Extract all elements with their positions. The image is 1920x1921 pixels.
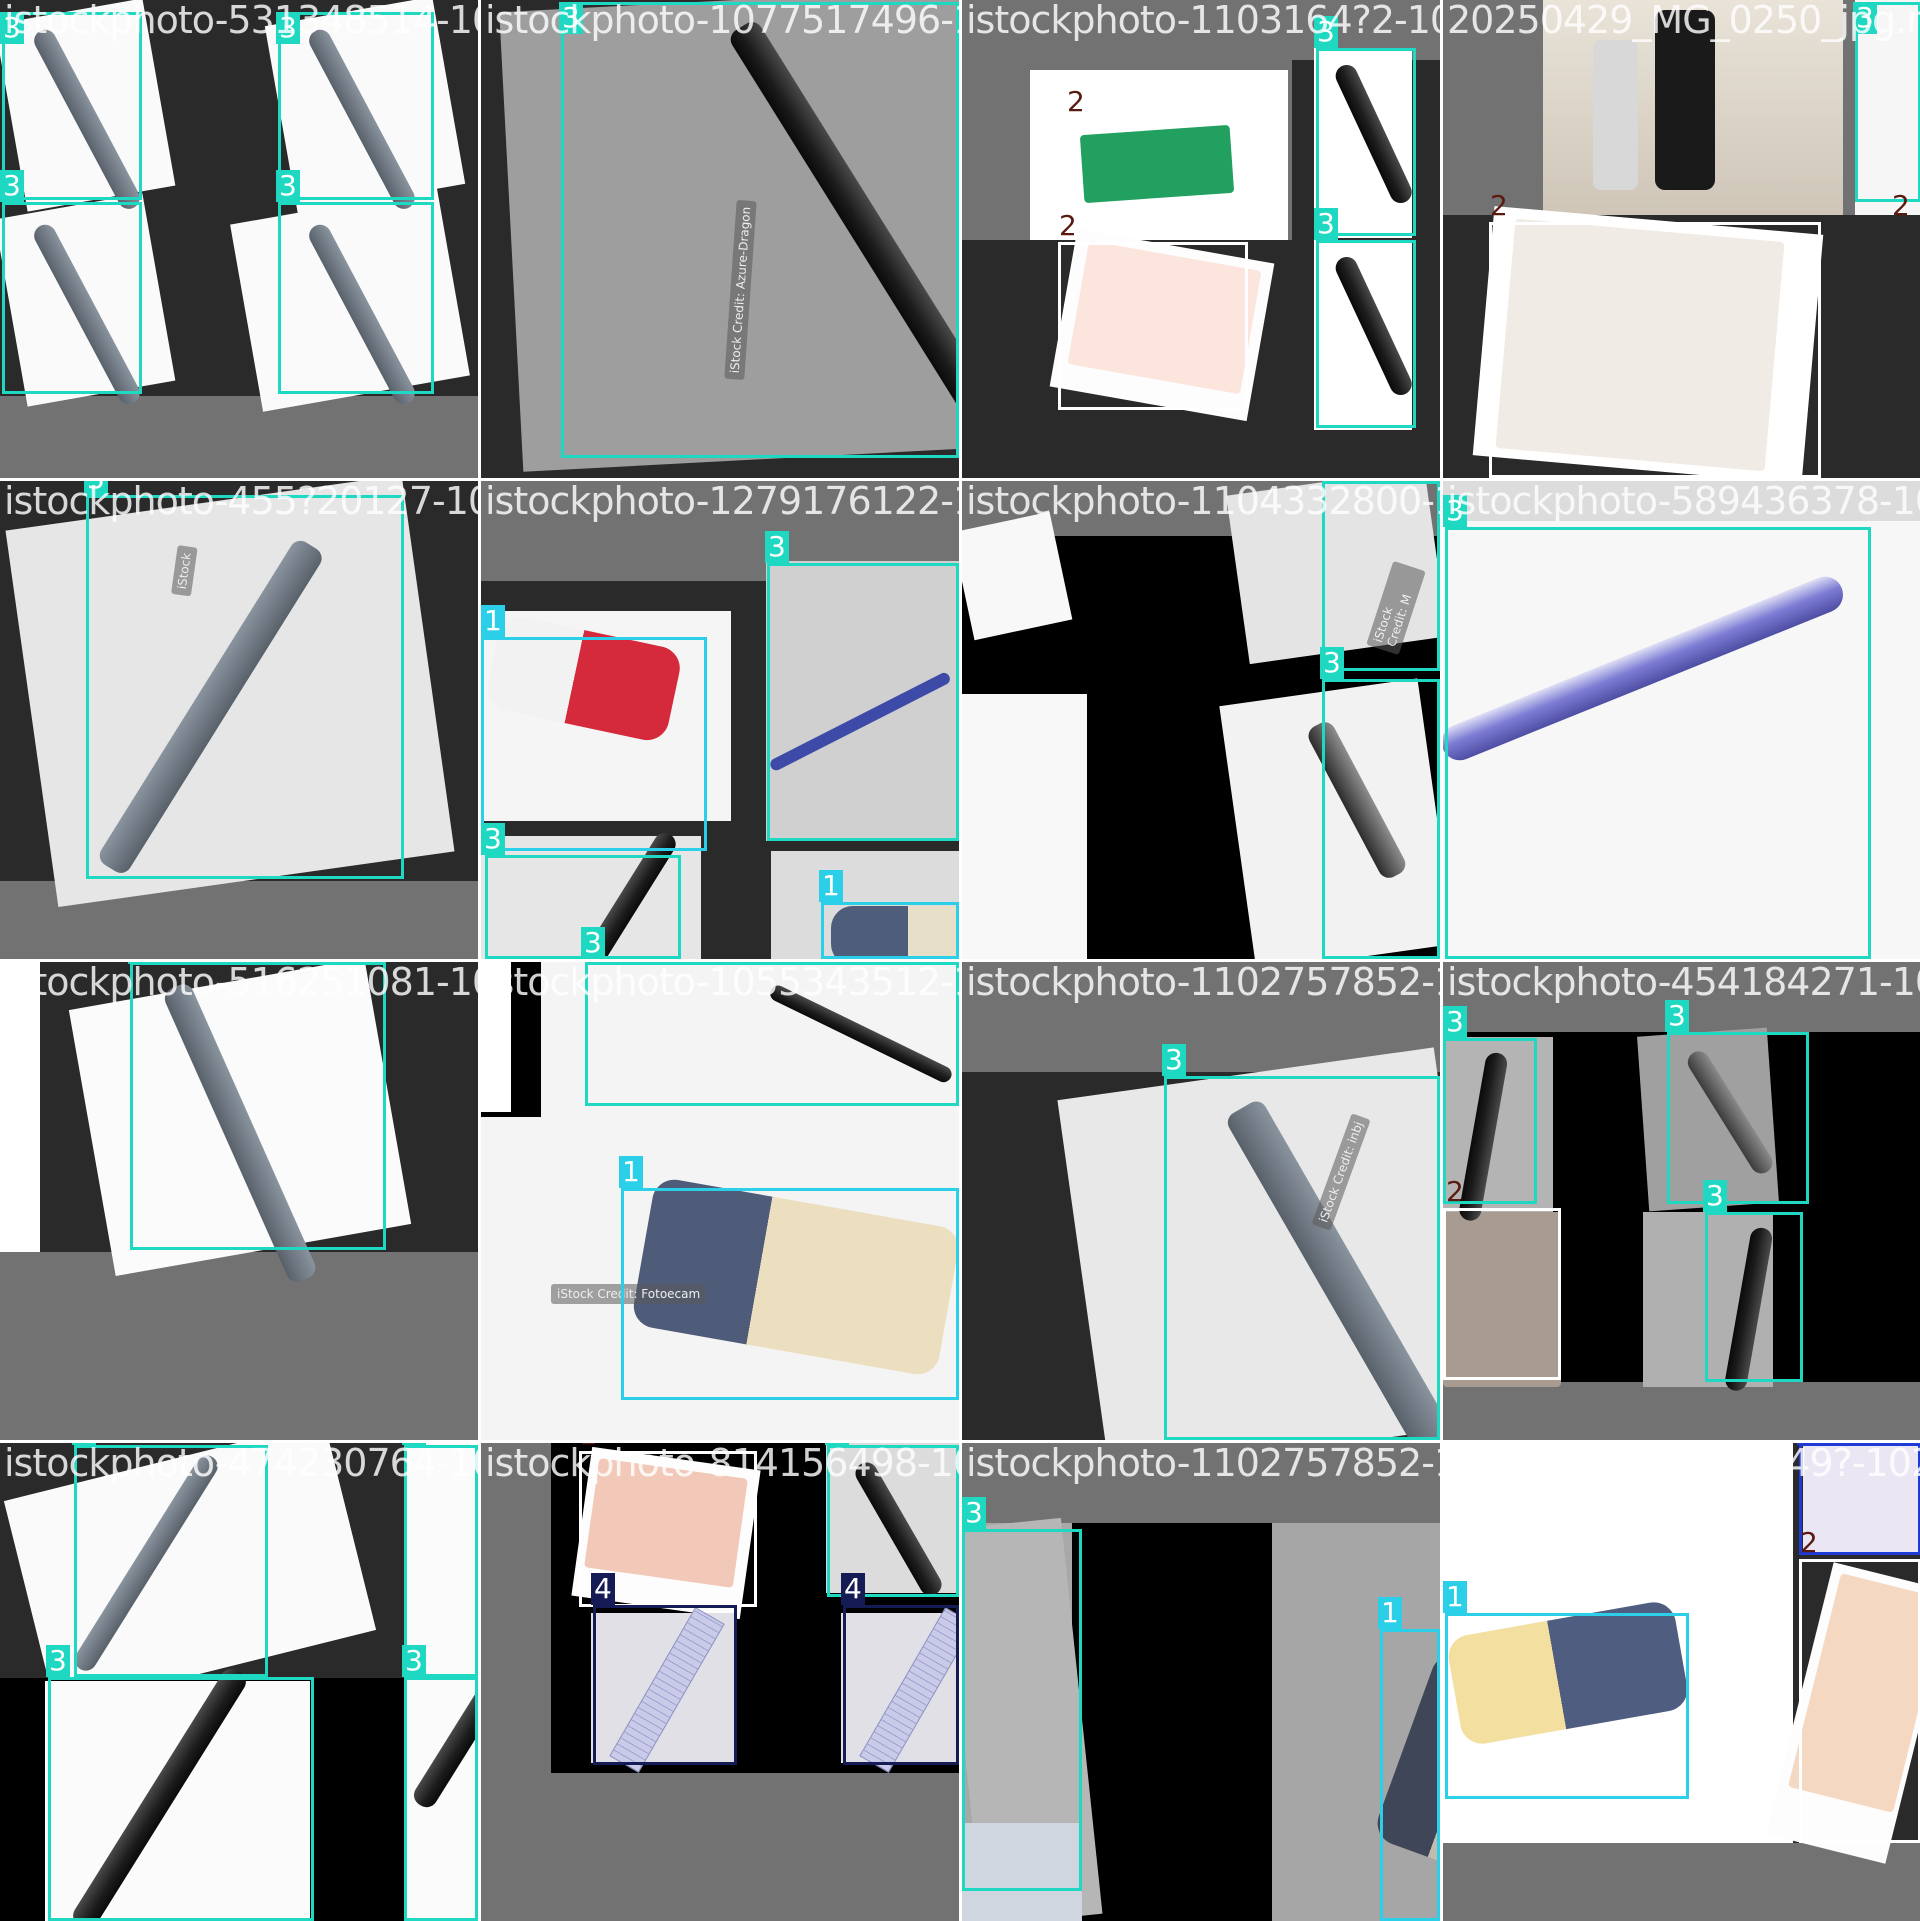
tile-title: istockphoto-1279176122-1024x1024_jpg.rf. <box>485 481 959 523</box>
class-label: 1 <box>1378 1597 1402 1629</box>
background-block <box>0 396 478 478</box>
bounding-box-pen <box>1667 1032 1809 1204</box>
bounding-box-ruler <box>843 1605 959 1765</box>
paper-sheet <box>962 694 1087 959</box>
tile-title: istockphoto-1077517496-1024x1024_jpg.rf. <box>485 0 959 42</box>
bounding-box-ruler <box>593 1605 737 1765</box>
bounding-box-pen <box>278 202 434 394</box>
class-label: 4 <box>591 1573 615 1605</box>
bounding-box-pen <box>962 1529 1082 1891</box>
class-label: 2 <box>1490 189 1508 222</box>
class-label: 2 <box>1446 1175 1464 1208</box>
tile-title: istockphoto-1104332800-1024x1024_jpg.rf. <box>966 481 1440 523</box>
tile-13: istockphoto-474230764-1024x1024_jpg.rf. … <box>0 1443 478 1921</box>
class-label: 3 <box>581 927 605 959</box>
class-label: 3 <box>1665 1000 1689 1032</box>
class-label: 3 <box>402 1645 426 1677</box>
mosaic-grid: istockphoto-531348514-1024x1024_jpg.rf. … <box>0 0 1920 1921</box>
class-label: 1 <box>1443 1581 1467 1613</box>
bounding-box-pen <box>1445 527 1871 959</box>
bounding-box-notebook <box>1066 118 1248 222</box>
class-label: 2 <box>1059 209 1077 242</box>
bounding-box-pen <box>404 1677 478 1921</box>
class-label: 3 <box>765 531 789 563</box>
class-label: 1 <box>819 870 843 902</box>
class-label: 2 <box>1892 189 1910 222</box>
tile-title: istockphoto-1102757852-1024x1024_jpg.rf. <box>966 962 1440 1004</box>
tile-title: istockphoto-2055349?-1024x1024_jpg.rf. <box>1447 1443 1920 1485</box>
tile-12: istockphoto-454184271-1024x1024_jpg.rf. … <box>1443 962 1920 1440</box>
tile-title: istockphoto-1103164?2-1024x1024_jpg.rf. <box>966 0 1440 42</box>
bounding-box-pen <box>48 1677 314 1921</box>
tile-title: istockphoto-1102757852-1024x1024_jpg.rf. <box>966 1443 1440 1485</box>
tile-title: istockphoto-474230764-1024x1024_jpg.rf. <box>4 1443 478 1485</box>
bounding-box-pen <box>1322 679 1440 959</box>
class-label: 2 <box>1067 85 1085 118</box>
background-block <box>1443 1382 1920 1440</box>
tile-7: istockphoto-1104332800-1024x1024_jpg.rf.… <box>962 481 1440 959</box>
background-block <box>0 1252 478 1440</box>
tile-title: istockphoto-454184271-1024x1024_jpg.rf. <box>1447 962 1920 1004</box>
tile-15: istockphoto-1102757852-1024x1024_jpg.rf.… <box>962 1443 1440 1921</box>
tile-2: istockphoto-1077517496-1024x1024_jpg.rf.… <box>481 0 959 478</box>
bounding-box-notebook <box>1443 1208 1561 1380</box>
bounding-box-pen <box>561 2 959 458</box>
bounding-box-pen <box>86 495 404 879</box>
bounding-box-pen <box>1316 240 1416 428</box>
class-label: 3 <box>962 1497 986 1529</box>
class-label: 3 <box>1443 1006 1467 1038</box>
class-label: 3 <box>1314 208 1338 240</box>
tile-10: istockphoto-1055343512-1024x1024_jpg.rf.… <box>481 962 959 1440</box>
class-label: 3 <box>1320 647 1344 679</box>
tile-title: 20250429_MG_0250_jpg.rf. <box>1447 0 1920 42</box>
bounding-box-eraser <box>1380 1629 1440 1921</box>
bounding-box-pen <box>1164 1076 1440 1440</box>
bounding-box-eraser <box>821 902 959 959</box>
bounding-box-pen <box>767 563 959 841</box>
class-label: 3 <box>0 170 24 202</box>
class-label: 1 <box>619 1156 643 1188</box>
class-label: 1 <box>481 605 505 637</box>
tile-title: istockphoto-589436378-1024x1024_jpg.rf. <box>1447 481 1920 523</box>
class-label: 2 <box>1800 1526 1818 1559</box>
person-figure <box>1593 40 1638 190</box>
class-label: 3 <box>481 823 505 855</box>
class-label: 3 <box>46 1645 70 1677</box>
bounding-box-pen <box>130 962 386 1250</box>
class-label: 3 <box>1703 1180 1727 1212</box>
bounding-box-eraser <box>621 1188 959 1400</box>
tile-4: 20250429_MG_0250_jpg.rf. 3 2 2 <box>1443 0 1920 478</box>
class-label: 4 <box>841 1573 865 1605</box>
bounding-box-eraser <box>481 637 707 851</box>
tile-title: istockphoto-516251081-1024x1024_jpg.rf. <box>4 962 478 1004</box>
tile-1: istockphoto-531348514-1024x1024_jpg.rf. … <box>0 0 478 478</box>
bounding-box-pen <box>1705 1212 1803 1382</box>
background-block <box>0 962 40 1252</box>
class-label: 3 <box>276 170 300 202</box>
tile-5: istockphoto-455?20127-1024x1024_jpg.rf. … <box>0 481 478 959</box>
tile-8: istockphoto-589436378-1024x1024_jpg.rf. … <box>1443 481 1920 959</box>
bounding-box-notebook <box>1799 1559 1920 1843</box>
bounding-box-pen <box>2 202 142 394</box>
bounding-box-eraser <box>1445 1613 1689 1799</box>
tile-title: istockphoto-531348514-1024x1024_jpg.rf. <box>4 0 478 42</box>
bounding-box-notebook <box>1058 242 1248 410</box>
tile-title: istockphoto-1055343512-1024x1024_jpg.rf. <box>485 962 959 1004</box>
bounding-box-notebook <box>1489 222 1821 478</box>
tile-6: istockphoto-1279176122-1024x1024_jpg.rf.… <box>481 481 959 959</box>
tile-title: istockphoto-455?20127-1024x1024_jpg.rf. <box>4 481 478 523</box>
tile-9: istockphoto-516251081-1024x1024_jpg.rf. … <box>0 962 478 1440</box>
class-label: 3 <box>1162 1044 1186 1076</box>
tile-11: istockphoto-1102757852-1024x1024_jpg.rf.… <box>962 962 1440 1440</box>
tile-16: istockphoto-2055349?-1024x1024_jpg.rf. 1… <box>1443 1443 1920 1921</box>
tile-title: istockphoto-814156498-1024x1024_jpg.rf. <box>485 1443 959 1485</box>
tile-3: istockphoto-1103164?2-1024x1024_jpg.rf. … <box>962 0 1440 478</box>
tile-14: istockphoto-814156498-1024x1024_jpg.rf. … <box>481 1443 959 1921</box>
